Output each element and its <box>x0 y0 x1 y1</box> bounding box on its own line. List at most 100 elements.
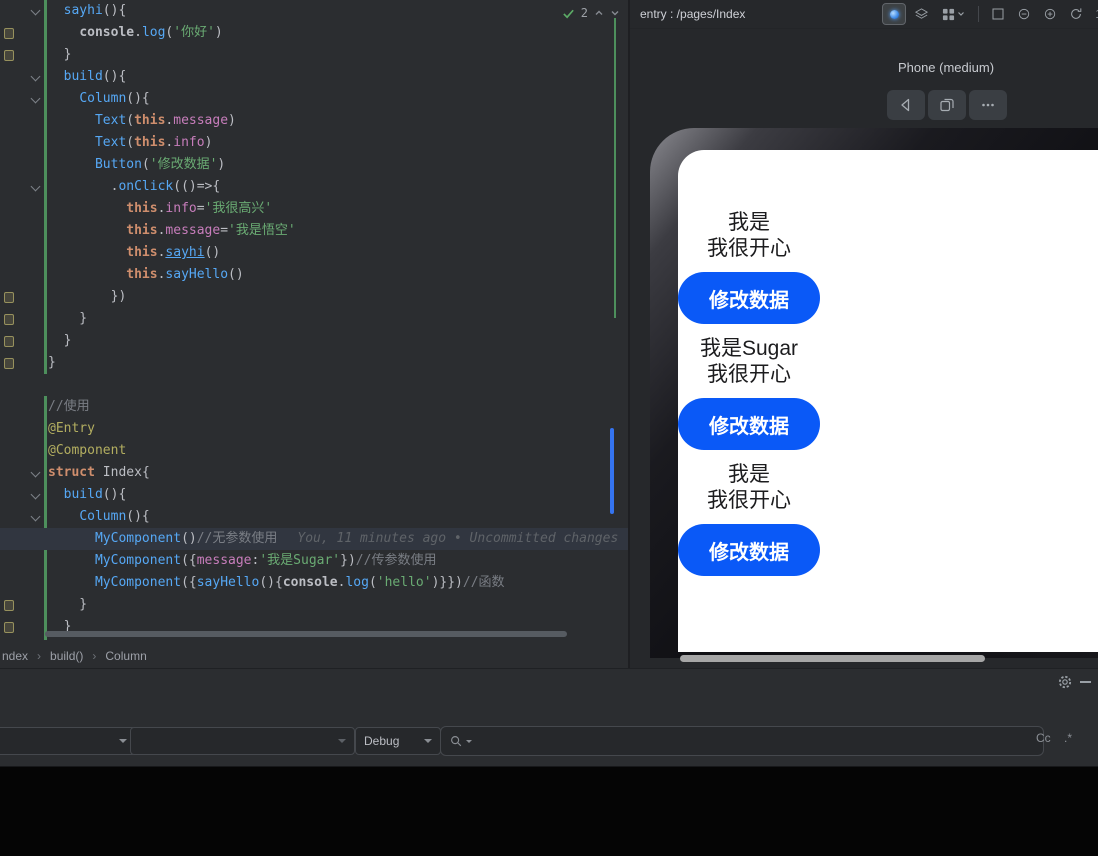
code-line[interactable]: @Component <box>0 440 628 462</box>
breadcrumb-item[interactable]: ndex <box>2 649 28 663</box>
gutter-marker-icon[interactable] <box>4 292 14 303</box>
search-input[interactable] <box>475 733 1035 749</box>
code-line[interactable]: } <box>0 308 628 330</box>
code-line[interactable]: }) <box>0 286 628 308</box>
gutter-marker-icon[interactable] <box>4 314 14 325</box>
code-line[interactable]: Text(this.message) <box>0 110 628 132</box>
zoom-in-button[interactable] <box>1039 4 1061 24</box>
settings-button[interactable] <box>1056 673 1074 691</box>
fold-chevron-icon[interactable] <box>30 489 41 500</box>
code-line[interactable]: this.message='我是悟空' <box>0 220 628 242</box>
code-line[interactable]: MyComponent({sayHello(){console.log('hel… <box>0 572 628 594</box>
code-line[interactable]: sayhi(){ <box>0 0 628 22</box>
code-line[interactable]: Column(){ <box>0 506 628 528</box>
preview-button[interactable]: 修改数据 <box>678 524 820 576</box>
recent-tasks-button[interactable] <box>928 90 966 120</box>
code-line[interactable]: @Entry <box>0 418 628 440</box>
fold-chevron-icon[interactable] <box>30 5 41 16</box>
code-line[interactable]: Text(this.info) <box>0 132 628 154</box>
display-mode-dropdown[interactable] <box>936 4 970 24</box>
code-text: } <box>48 355 56 370</box>
code-line[interactable]: } <box>0 330 628 352</box>
multitask-icon <box>940 98 954 112</box>
search-box[interactable] <box>440 726 1044 756</box>
fold-chevron-icon[interactable] <box>30 467 41 478</box>
inspector-toggle-button[interactable] <box>882 3 907 25</box>
chevron-down-icon[interactable] <box>610 8 620 18</box>
code-line[interactable]: Column(){ <box>0 88 628 110</box>
previewer-header: entry : /pages/Index <box>630 0 1098 29</box>
code-text: Button('修改数据') <box>94 157 226 172</box>
code-line[interactable]: build(){ <box>0 484 628 506</box>
target-dropdown[interactable] <box>130 727 355 755</box>
code-line[interactable]: MyComponent()//无参数使用 You, 11 minutes ago … <box>0 528 628 550</box>
code-line[interactable]: build(){ <box>0 66 628 88</box>
breadcrumb-item[interactable]: build() <box>50 649 83 663</box>
breadcrumb-item[interactable]: Column <box>105 649 146 663</box>
preview-horizontal-scrollbar[interactable] <box>680 655 985 662</box>
code-line[interactable]: } <box>0 44 628 66</box>
git-blame: You, 11 minutes ago • Uncommitted change… <box>297 531 619 546</box>
scrollbar-thumb[interactable] <box>610 428 614 514</box>
code-line[interactable]: this.info='我很高兴' <box>0 198 628 220</box>
match-case-toggle[interactable]: Cc <box>1036 731 1051 745</box>
code-line[interactable]: Button('修改数据') <box>0 154 628 176</box>
device-nav-buttons <box>887 90 1007 120</box>
code-line[interactable]: //使用 <box>0 396 628 418</box>
minimize-button[interactable] <box>1077 675 1093 689</box>
more-button[interactable] <box>969 90 1007 120</box>
code-line[interactable]: MyComponent({message:'我是Sugar'})//传参数使用 <box>0 550 628 572</box>
gutter-marker-icon[interactable] <box>4 50 14 61</box>
gutter-marker-icon[interactable] <box>4 600 14 611</box>
preview-text: 我是 <box>728 463 770 486</box>
console-output[interactable] <box>0 766 1098 856</box>
phone-screen[interactable]: 我是 我很开心 修改数据 我是Sugar 我很开心 修改数据 我是 我很开心 修… <box>678 150 1098 652</box>
code-line[interactable]: struct Index{ <box>0 462 628 484</box>
code-line[interactable] <box>0 374 628 396</box>
back-button[interactable] <box>887 90 925 120</box>
editor-horizontal-scrollbar[interactable] <box>45 631 567 637</box>
chevron-up-icon[interactable] <box>594 8 604 18</box>
fold-chevron-icon[interactable] <box>30 93 41 104</box>
code-editor[interactable]: sayhi(){ console.log('你好') } build(){ Co… <box>0 0 628 668</box>
preview-button[interactable]: 修改数据 <box>678 272 820 324</box>
search-icon <box>451 736 462 747</box>
fold-chevron-icon[interactable] <box>30 511 41 522</box>
code-line[interactable]: this.sayHello() <box>0 264 628 286</box>
code-text: MyComponent({sayHello(){console.log('hel… <box>94 575 505 590</box>
gutter-marker-icon[interactable] <box>4 28 14 39</box>
gutter-marker-icon[interactable] <box>4 336 14 347</box>
fold-chevron-icon[interactable] <box>30 71 41 82</box>
preview-button[interactable]: 修改数据 <box>678 398 820 450</box>
chevron-down-icon <box>338 739 346 743</box>
code-line[interactable]: .onClick(()=>{ <box>0 176 628 198</box>
code-text: } <box>48 311 88 326</box>
code-text: } <box>48 597 88 612</box>
gutter-marker-icon[interactable] <box>4 622 14 633</box>
zoom-out-button[interactable] <box>1013 4 1035 24</box>
code-area[interactable]: sayhi(){ console.log('你好') } build(){ Co… <box>0 0 628 644</box>
gutter-marker-icon[interactable] <box>4 358 14 369</box>
mode-dropdown[interactable]: Debug <box>355 727 441 755</box>
chevron-down-icon <box>957 12 964 16</box>
scrollbar-vcs-marker <box>614 18 616 318</box>
rotate-button[interactable] <box>1065 4 1087 24</box>
code-text: MyComponent()//无参数使用 <box>94 531 278 546</box>
code-line[interactable]: this.sayhi() <box>0 242 628 264</box>
breadcrumb-separator: › <box>37 649 42 663</box>
code-line[interactable]: console.log('你好') <box>0 22 628 44</box>
regex-toggle[interactable]: .* <box>1064 731 1072 745</box>
code-text: @Component <box>48 443 127 458</box>
code-text: this.info='我很高兴' <box>126 201 273 216</box>
mode-dropdown-value: Debug <box>364 734 400 748</box>
preview-text: 我是Sugar <box>699 337 799 360</box>
component-tree-button[interactable] <box>910 4 932 24</box>
fit-frame-button[interactable] <box>987 4 1009 24</box>
config-dropdown[interactable] <box>0 727 136 755</box>
inspections-widget[interactable]: 2 <box>562 2 620 24</box>
code-line[interactable]: } <box>0 352 628 374</box>
debug-tool-window: Debug Cc .* <box>0 668 1098 856</box>
fold-chevron-icon[interactable] <box>30 181 41 192</box>
code-line[interactable]: } <box>0 594 628 616</box>
code-text: struct Index{ <box>48 465 150 480</box>
